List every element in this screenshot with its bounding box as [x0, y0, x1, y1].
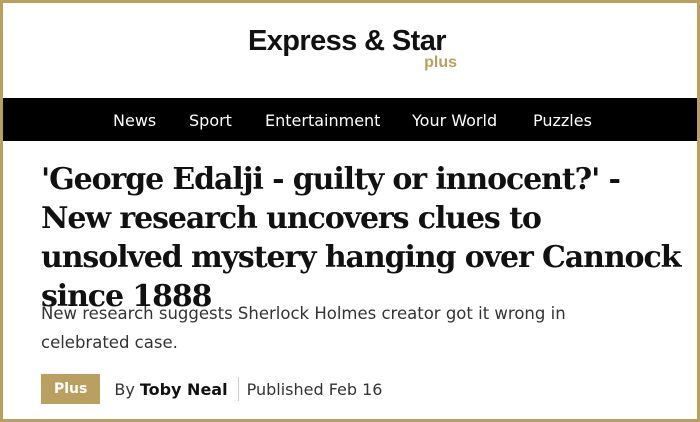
masthead: Express & Star plus — [3, 3, 697, 98]
logo-plus-text: plus — [424, 54, 457, 71]
author-link[interactable]: Toby Neal — [140, 380, 228, 399]
page-frame: Express & Star plus News Sport Entertain… — [0, 0, 700, 422]
nav-item-news[interactable]: News — [113, 98, 156, 141]
nav-item-sport[interactable]: Sport — [189, 98, 232, 141]
site-logo[interactable]: Express & Star plus — [248, 23, 463, 83]
byline-prefix: By — [114, 379, 135, 399]
published-date: Published Feb 16 — [246, 379, 383, 399]
nav-item-your-world[interactable]: Your World — [412, 98, 497, 141]
plus-badge: Plus — [41, 374, 101, 404]
article-meta: Plus By Toby Neal Published Feb 16 — [41, 374, 382, 404]
main-nav: News Sport Entertainment Your World Puzz… — [3, 98, 697, 141]
article-standfirst: New research suggests Sherlock Holmes cr… — [41, 304, 566, 352]
nav-item-entertainment[interactable]: Entertainment — [265, 98, 380, 141]
nav-item-puzzles[interactable]: Puzzles — [533, 98, 592, 141]
logo-brand-text: Express & Star — [248, 25, 447, 57]
meta-divider — [237, 377, 239, 401]
article-headline: 'George Edalji - guilty or innocent?' - … — [41, 162, 681, 314]
